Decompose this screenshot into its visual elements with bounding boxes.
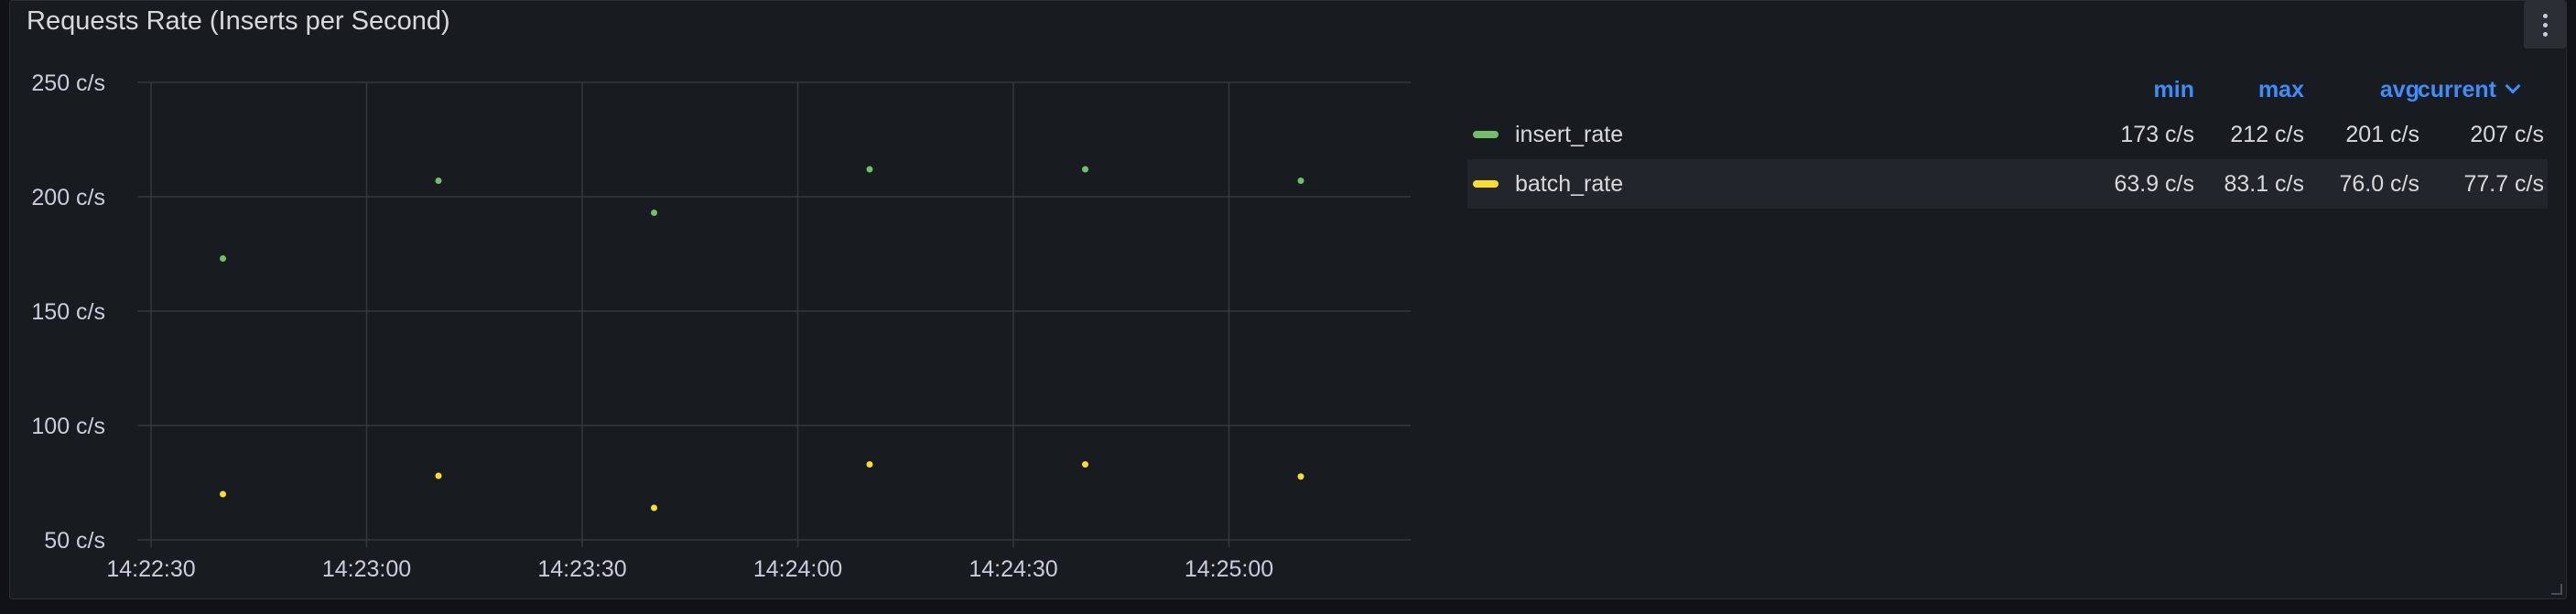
legend-header-avg[interactable]: avg xyxy=(2380,77,2419,103)
data-point-insert-rate xyxy=(651,210,657,216)
x-tick-label: 14:23:30 xyxy=(537,556,626,582)
data-point-insert-rate xyxy=(1297,178,1304,184)
legend-series-name: batch_rate xyxy=(1515,171,1624,197)
legend-header-current-label: current xyxy=(2417,77,2496,102)
x-tick-label: 14:23:00 xyxy=(322,556,411,582)
legend-header-current[interactable]: current xyxy=(2417,77,2521,103)
legend-value-min: 63.9 c/s xyxy=(2114,171,2194,197)
y-tick-label: 100 c/s xyxy=(31,414,105,439)
data-point-insert-rate xyxy=(435,178,442,184)
legend-header: min max avg current xyxy=(1467,73,2548,110)
legend-row-insert-rate[interactable]: insert_rate 173 c/s 212 c/s 201 c/s 207 … xyxy=(1467,110,2548,159)
x-tick-label: 14:25:00 xyxy=(1185,556,1273,582)
x-tick-label: 14:24:30 xyxy=(969,556,1057,582)
y-tick-label: 50 c/s xyxy=(44,528,105,554)
data-point-batch-rate xyxy=(651,504,657,512)
legend-value-current: 207 c/s xyxy=(2470,122,2544,147)
data-point-batch-rate xyxy=(866,461,873,468)
y-tick-label: 250 c/s xyxy=(31,70,105,96)
legend-value-avg: 201 c/s xyxy=(2345,122,2419,147)
legend-header-min[interactable]: min xyxy=(2154,77,2194,103)
legend-value-max: 83.1 c/s xyxy=(2224,171,2304,197)
legend-value-min: 173 c/s xyxy=(2120,122,2194,147)
legend-swatch xyxy=(1473,180,1499,188)
data-point-insert-rate xyxy=(220,255,226,262)
x-tick-label: 14:22:30 xyxy=(106,556,195,582)
data-point-batch-rate xyxy=(435,472,442,479)
data-point-batch-rate xyxy=(220,490,226,498)
data-point-insert-rate xyxy=(866,166,873,173)
data-point-batch-rate xyxy=(1297,473,1304,480)
y-tick-label: 200 c/s xyxy=(31,185,105,210)
y-tick-label: 150 c/s xyxy=(31,299,105,325)
legend: min max avg current insert_rate 173 c/s … xyxy=(1467,73,2548,209)
legend-header-max[interactable]: max xyxy=(2258,77,2304,103)
chevron-down-icon xyxy=(2505,78,2521,94)
legend-row-batch-rate[interactable]: batch_rate 63.9 c/s 83.1 c/s 76.0 c/s 77… xyxy=(1467,159,2548,209)
legend-series-name: insert_rate xyxy=(1515,122,1624,147)
x-tick-label: 14:24:00 xyxy=(753,556,842,582)
data-point-insert-rate xyxy=(1082,166,1088,173)
legend-value-current: 77.7 c/s xyxy=(2463,171,2544,197)
legend-swatch xyxy=(1473,131,1499,138)
data-point-batch-rate xyxy=(1082,461,1088,468)
legend-value-max: 212 c/s xyxy=(2230,122,2304,147)
legend-value-avg: 76.0 c/s xyxy=(2339,171,2419,197)
